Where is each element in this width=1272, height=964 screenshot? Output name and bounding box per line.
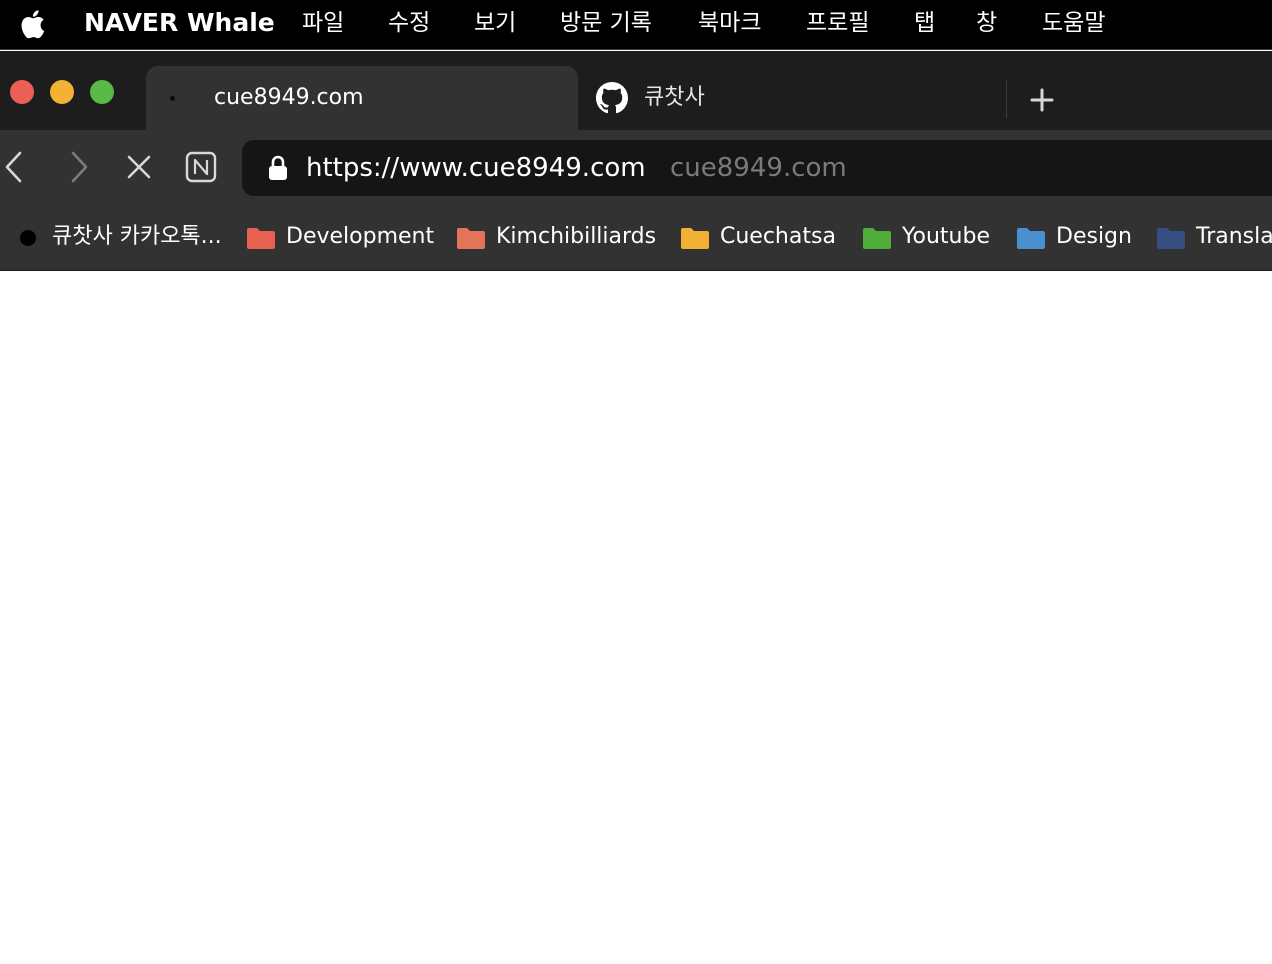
menu-help[interactable]: 도움말: [1042, 8, 1105, 38]
menu-file[interactable]: 파일: [302, 8, 344, 38]
tab-title: cue8949.com: [214, 85, 364, 110]
loading-icon: [170, 96, 175, 101]
bookmark-item[interactable]: 큐찻사 카카오톡...: [0, 204, 236, 270]
bookmark-label: Translation: [1196, 224, 1272, 249]
forward-icon[interactable]: [62, 150, 96, 184]
apple-icon[interactable]: [16, 7, 46, 41]
menu-bookmarks[interactable]: 북마크: [698, 8, 761, 38]
tab-strip: cue8949.com 큐찻사: [0, 51, 1272, 130]
page-content[interactable]: [0, 271, 1272, 964]
folder-icon: [681, 228, 709, 249]
new-tab-button[interactable]: [1024, 82, 1060, 118]
bookmark-label: Cuechatsa: [720, 224, 836, 249]
bookmark-folder[interactable]: Development: [244, 204, 444, 270]
back-icon[interactable]: [0, 150, 34, 184]
fullscreen-window-button[interactable]: [90, 80, 114, 104]
address-bar[interactable]: https://www.cue8949.com cue8949.com: [242, 140, 1272, 196]
bookmark-label: Kimchibilliards: [496, 224, 657, 249]
minimize-window-button[interactable]: [50, 80, 74, 104]
dot-icon: [20, 230, 36, 246]
browser-window: NAVER Whale 파일 수정 보기 방문 기록 북마크 프로필 탭 창 도…: [0, 0, 1272, 964]
url-text: https://www.cue8949.com: [306, 153, 646, 183]
bookmark-folder[interactable]: Translation: [1154, 204, 1272, 270]
bookmark-folder[interactable]: Design: [1014, 204, 1144, 270]
url-host-hint: cue8949.com: [670, 153, 847, 183]
bookmark-folder[interactable]: Kimchibilliards: [454, 204, 668, 270]
bookmark-folder[interactable]: Youtube: [860, 204, 1006, 270]
menu-window[interactable]: 창: [976, 8, 997, 38]
menu-view[interactable]: 보기: [474, 8, 516, 38]
bookmarks-bar: 큐찻사 카카오톡... Development Kimchibilliards …: [0, 204, 1272, 271]
github-icon: [596, 82, 628, 114]
menu-history[interactable]: 방문 기록: [560, 8, 652, 38]
naver-home-icon[interactable]: [184, 150, 218, 184]
bookmark-folder[interactable]: Cuechatsa: [678, 204, 850, 270]
menu-profile[interactable]: 프로필: [806, 8, 869, 38]
folder-icon: [457, 228, 485, 249]
tab-inactive[interactable]: 큐찻사: [578, 66, 1006, 130]
folder-icon: [1157, 228, 1185, 249]
close-window-button[interactable]: [10, 80, 34, 104]
bookmark-label: Design: [1056, 224, 1132, 249]
stop-loading-icon[interactable]: [122, 150, 156, 184]
menu-app-name[interactable]: NAVER Whale: [84, 8, 275, 38]
tab-active[interactable]: cue8949.com: [146, 66, 578, 130]
menu-bar: NAVER Whale 파일 수정 보기 방문 기록 북마크 프로필 탭 창 도…: [0, 0, 1272, 50]
tab-title: 큐찻사: [644, 85, 705, 110]
folder-icon: [247, 228, 275, 249]
lock-icon: [269, 155, 287, 180]
bookmark-label: Youtube: [902, 224, 990, 249]
folder-icon: [1017, 228, 1045, 249]
menu-tab[interactable]: 탭: [914, 8, 935, 38]
menu-edit[interactable]: 수정: [388, 8, 430, 38]
navigation-toolbar: https://www.cue8949.com cue8949.com: [0, 130, 1272, 204]
bookmark-label: Development: [286, 224, 435, 249]
bookmark-label: 큐찻사 카카오톡...: [52, 224, 222, 249]
tab-divider: [1006, 80, 1007, 118]
folder-icon: [863, 228, 891, 249]
